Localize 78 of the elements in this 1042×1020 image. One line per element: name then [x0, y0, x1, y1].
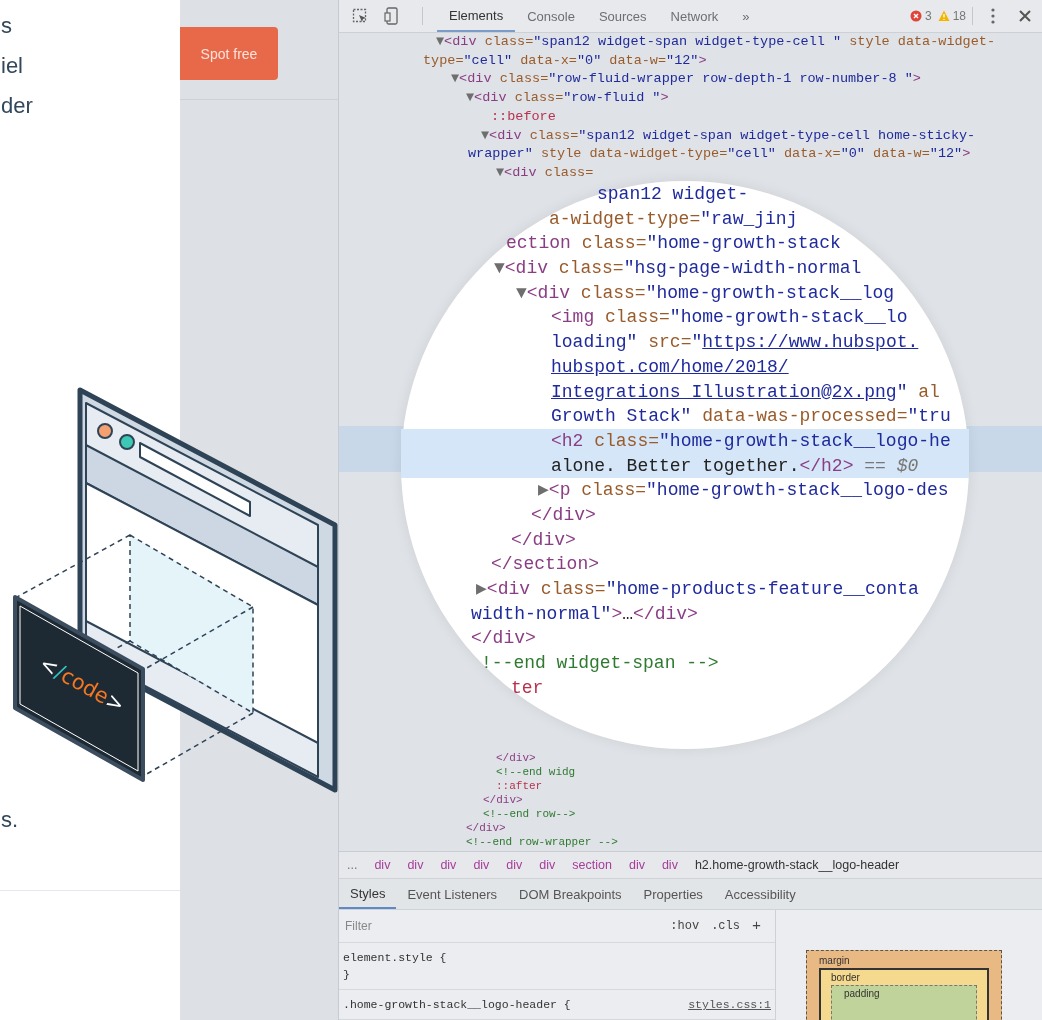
breadcrumb-item[interactable]: div — [374, 858, 391, 872]
code-line[interactable]: Integrations Illustration@2x.png" al — [551, 379, 940, 405]
more-menu-icon[interactable] — [991, 8, 995, 24]
devtools-tab[interactable]: Elements — [437, 0, 516, 32]
warning-count: 18 — [952, 9, 966, 23]
css-selector: element.style { — [343, 950, 447, 966]
code-line[interactable]: ::after — [496, 778, 543, 793]
close-icon[interactable] — [1019, 10, 1031, 22]
code-line[interactable]: ::before — [491, 107, 556, 127]
code-line[interactable]: ▶<div class="home-products-feature__conta — [476, 577, 919, 602]
panel-tab[interactable]: Accessibility — [713, 879, 807, 909]
code-line[interactable]: type="cell" data-x="0" data-w="12"> — [423, 51, 707, 71]
code-line[interactable]: ▼<div class= — [496, 163, 594, 183]
code-line[interactable]: ▼<div class="span12 widget-span widget-type-cell " style data-widget- — [436, 33, 996, 52]
code-line[interactable]: span12 widget- — [597, 182, 749, 207]
code-line[interactable]: ▼<div class="row-fluid "> — [466, 89, 669, 108]
panel-tab[interactable]: Properties — [632, 879, 714, 909]
code-line[interactable]: </div> — [483, 792, 523, 807]
breadcrumb-item[interactable]: div — [473, 858, 490, 872]
devtools-tab[interactable]: Console — [515, 0, 587, 32]
url-link[interactable]: https://www.hubspot. — [702, 332, 919, 353]
breadcrumb-item[interactable]: div — [506, 858, 523, 872]
device-icon[interactable] — [384, 7, 400, 25]
class-toggle-button[interactable]: .cls — [705, 917, 746, 935]
code-line[interactable]: !--end widget-span --> — [481, 651, 719, 676]
breadcrumb-item[interactable]: section — [572, 858, 612, 872]
devtools-tab[interactable]: Sources — [586, 0, 659, 32]
breadcrumb-item[interactable]: h2.home-growth-stack__logo-header — [694, 858, 900, 872]
code-line[interactable]: Growth Stack" data-was-processed="tru — [551, 404, 951, 429]
code-line[interactable]: ection class="home-growth-stack — [506, 231, 841, 257]
breadcrumb-item[interactable]: div — [407, 858, 424, 872]
hover-state-button[interactable]: :hov — [664, 917, 706, 935]
code-line[interactable]: </div> — [511, 527, 576, 553]
breadcrumb-item[interactable]: div — [628, 858, 645, 872]
code-line[interactable]: ▼<div class="span12 widget-span widget-type-cell home-sticky- — [481, 126, 976, 146]
body-text: s. — [0, 806, 19, 834]
code-line[interactable]: <!--end widg — [496, 764, 576, 779]
code-line[interactable]: </div> — [531, 502, 596, 528]
source-link[interactable]: styles.css:1 — [688, 996, 771, 1013]
code-line[interactable]: a-widget-type="raw_jinj — [549, 206, 798, 232]
box-label: padding — [844, 988, 880, 999]
devtools-tab[interactable]: Network — [658, 0, 731, 32]
more-tabs-button[interactable]: » — [730, 0, 762, 32]
css-selector: .home-growth-stack__logo-header { — [343, 997, 571, 1013]
code-line[interactable]: <img class="home-growth-stack__lo — [551, 305, 908, 331]
body-text: der — [0, 92, 33, 120]
code-line[interactable]: ▼<div class="hsg-page-width-normal — [494, 256, 862, 281]
breadcrumb-item[interactable]: div — [440, 858, 457, 872]
box-label: border — [831, 972, 860, 983]
code-line[interactable]: width-normal">…</div> — [471, 601, 698, 627]
code-line[interactable]: </div> — [496, 750, 536, 765]
inspect-icon[interactable] — [352, 8, 368, 24]
code-line[interactable]: <!--end row-wrapper --> — [466, 834, 618, 849]
error-icon — [909, 10, 922, 22]
body-text: iel — [0, 52, 23, 80]
code-line[interactable]: loading" src="https://www.hubspot. — [551, 330, 919, 355]
warning-icon — [937, 10, 950, 22]
url-link[interactable]: Integrations Illustration@2x.png — [551, 381, 897, 402]
breadcrumb-item[interactable]: div — [539, 858, 556, 872]
panel-tab[interactable]: DOM Breakpoints — [508, 879, 633, 909]
box-label: margin — [819, 955, 850, 966]
code-line[interactable]: </div> — [466, 820, 506, 835]
code-line[interactable]: </section> — [491, 552, 600, 577]
code-line[interactable]: </div> — [471, 626, 536, 652]
panel-tab[interactable]: Event Listeners — [396, 879, 508, 909]
breadcrumb-overflow[interactable]: ... — [347, 858, 358, 872]
code-line[interactable]: ▼<div class="row-fluid-wrapper row-depth-1 row-number-8 "> — [451, 70, 921, 90]
body-text: s — [0, 12, 12, 40]
breadcrumb-item[interactable]: div — [661, 858, 678, 872]
css-brace: } — [343, 967, 350, 983]
code-line[interactable]: ▶<p class="home-growth-stack__logo-des — [538, 478, 949, 503]
filter-field[interactable]: Filter — [339, 913, 665, 939]
code-line[interactable]: wrapper" style data-widget-type="cell" data-x="0" data-w="12"> — [468, 145, 971, 164]
code-line[interactable]: <!--end row--> — [483, 806, 576, 821]
code-line[interactable]: ter — [511, 675, 544, 701]
code-line[interactable]: ▼<div class="home-growth-stack__log — [516, 280, 895, 306]
error-count: 3 — [924, 9, 932, 23]
new-rule-button[interactable]: + — [746, 915, 767, 937]
